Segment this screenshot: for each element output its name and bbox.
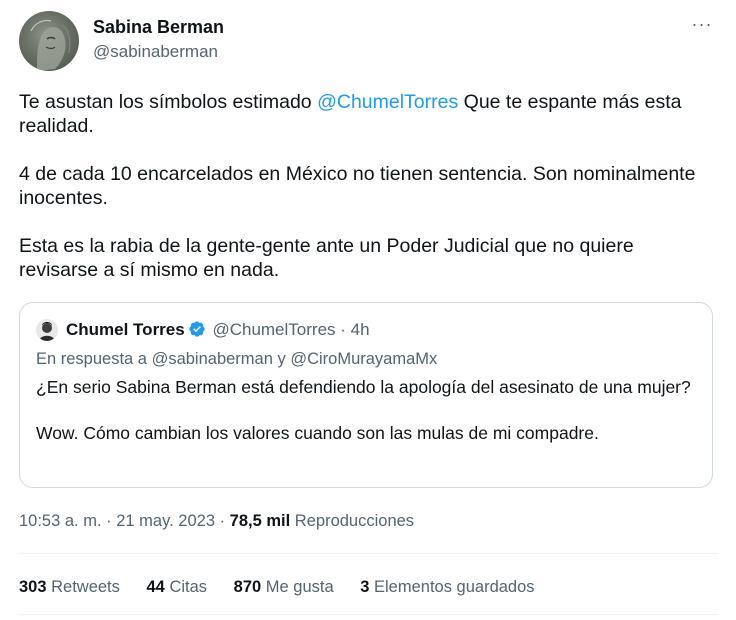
quoted-header: Chumel Torres @ChumelTorres · 4h xyxy=(66,320,370,340)
author-name[interactable]: Sabina Berman xyxy=(93,17,224,38)
quotes-label: Citas xyxy=(164,578,208,596)
tweet-paragraph-3: Esta es la rabia de la gente-gente ante … xyxy=(19,235,634,281)
meta-separator: · xyxy=(215,512,230,530)
author-avatar[interactable] xyxy=(19,11,79,71)
tweet-meta: 10:53 a. m. · 21 may. 2023 · 78,5 mil Re… xyxy=(19,512,414,531)
tweet-time[interactable]: 10:53 a. m. xyxy=(19,512,102,530)
retweets-stat[interactable]: 303 Retweets xyxy=(19,578,120,596)
quoted-text: ¿En serio Sabina Berman está defendiendo… xyxy=(36,376,696,468)
quotes-count: 44 xyxy=(146,578,165,596)
quoted-handle[interactable]: @ChumelTorres xyxy=(212,320,335,339)
author-handle[interactable]: @sabinaberman xyxy=(93,42,218,62)
engagement-stats: 303 Retweets 44 Citas 870 Me gusta 3 Ele… xyxy=(19,578,557,597)
tweet-paragraph-2: 4 de cada 10 encarcelados en México no t… xyxy=(19,163,696,209)
tweet-paragraph-1: Te asustan los símbolos estimado @Chumel… xyxy=(19,90,709,138)
quoted-paragraph-2: Wow. Cómo cambian los valores cuando son… xyxy=(36,423,599,443)
reply-context-conjunction: y xyxy=(272,350,291,368)
likes-stat[interactable]: 870 Me gusta xyxy=(234,578,334,596)
quoted-author-avatar[interactable] xyxy=(36,319,58,341)
likes-count: 870 xyxy=(233,578,262,596)
bookmarks-stat[interactable]: 3 Elementos guardados xyxy=(360,578,534,596)
quoted-age[interactable]: 4h xyxy=(351,320,370,339)
retweets-label: Retweets xyxy=(46,578,120,596)
retweets-count: 303 xyxy=(19,578,47,596)
divider xyxy=(19,614,718,615)
meta-separator: · xyxy=(101,512,117,530)
bookmarks-label: Elementos guardados xyxy=(369,578,535,596)
divider xyxy=(19,553,718,554)
tweet-text-segment: Te asustan los símbolos estimado xyxy=(19,91,318,113)
quoted-paragraph-1: ¿En serio Sabina Berman está defendiendo… xyxy=(36,377,691,397)
verified-badge-icon xyxy=(189,321,205,337)
views-count: 78,5 mil xyxy=(229,512,291,530)
quoted-separator: · xyxy=(340,320,346,339)
views-label: Reproducciones xyxy=(290,512,415,530)
avatar-portrait-icon xyxy=(39,322,55,341)
quoted-tweet[interactable]: Chumel Torres @ChumelTorres · 4h En resp… xyxy=(19,302,713,488)
quotes-stat[interactable]: 44 Citas xyxy=(147,578,208,596)
avatar-portrait-icon xyxy=(30,19,71,71)
mention-link[interactable]: @ChumelTorres xyxy=(317,91,458,113)
reply-context-label: En respuesta a xyxy=(36,350,152,368)
reply-mention-1[interactable]: @sabinaberman xyxy=(152,350,273,368)
quoted-author-name[interactable]: Chumel Torres xyxy=(66,320,185,339)
reply-mention-2[interactable]: @CiroMurayamaMx xyxy=(290,350,437,368)
likes-label: Me gusta xyxy=(261,578,334,596)
more-options-icon[interactable]: ··· xyxy=(690,15,714,40)
reply-context: En respuesta a @sabinaberman y @CiroMura… xyxy=(36,350,437,369)
tweet-date[interactable]: 21 may. 2023 xyxy=(116,512,215,530)
tweet-text: Te asustan los símbolos estimado @Chumel… xyxy=(19,90,709,306)
